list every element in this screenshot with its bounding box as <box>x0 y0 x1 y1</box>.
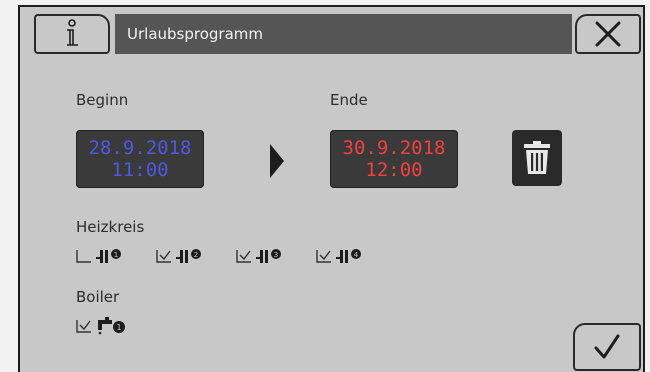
checkbox-checked-icon <box>76 320 91 333</box>
checkbox-checked-icon <box>236 250 251 263</box>
begin-datetime-field[interactable]: 28.9.2018 11:00 <box>76 130 204 188</box>
radiator-icon: 1 <box>96 249 121 263</box>
radiator-icon: 2 <box>176 249 201 263</box>
begin-label: Beginn <box>76 91 129 109</box>
checkbox-checked-icon <box>316 250 331 263</box>
heating-label: Heizkreis <box>76 218 145 236</box>
info-button[interactable] <box>34 14 110 54</box>
heating-circuit-1-checkbox[interactable]: 1 <box>76 245 122 267</box>
begin-time: 11:00 <box>111 159 169 181</box>
checkbox-checked-icon <box>156 250 171 263</box>
boiler-checkbox[interactable]: 1 <box>76 315 126 337</box>
close-icon <box>595 21 621 47</box>
begin-date: 28.9.2018 <box>88 137 192 159</box>
trash-icon <box>524 141 550 174</box>
confirm-button[interactable] <box>573 323 641 371</box>
radiator-icon: 3 <box>256 249 281 263</box>
svg-text:1: 1 <box>116 323 121 332</box>
checkmark-icon <box>594 334 620 359</box>
heating-circuit-2-checkbox[interactable]: 2 <box>156 245 202 267</box>
info-icon <box>67 19 78 46</box>
radiator-icon: 4 <box>336 249 361 263</box>
end-datetime-field[interactable]: 30.9.2018 12:00 <box>330 130 458 188</box>
end-time: 12:00 <box>365 159 423 181</box>
svg-text:2: 2 <box>194 251 198 259</box>
heating-circuit-3-checkbox[interactable]: 3 <box>236 245 282 267</box>
heating-circuit-4-checkbox[interactable]: 4 <box>316 245 362 267</box>
checkbox-unchecked-icon <box>76 250 91 263</box>
svg-text:1: 1 <box>114 251 118 259</box>
close-button[interactable] <box>575 14 641 54</box>
dialog-frame: Urlaubsprogramm Beginn Ende 28.9.2018 11… <box>18 5 645 372</box>
page-title: Urlaubsprogramm <box>115 14 572 54</box>
svg-text:4: 4 <box>354 251 359 259</box>
end-label: Ende <box>330 91 368 109</box>
svg-text:3: 3 <box>274 251 278 259</box>
delete-button[interactable] <box>512 130 562 186</box>
end-date: 30.9.2018 <box>342 137 446 159</box>
tap-icon: 1 <box>98 317 125 335</box>
arrow-right-icon <box>270 144 284 178</box>
boiler-label: Boiler <box>76 288 120 306</box>
